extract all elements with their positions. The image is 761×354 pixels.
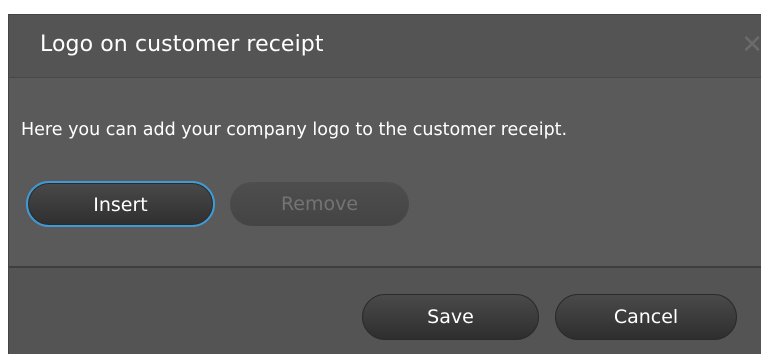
cancel-button[interactable]: Cancel (555, 294, 737, 340)
close-icon[interactable]: ✕ (741, 32, 761, 58)
dialog-title: Logo on customer receipt (40, 32, 324, 57)
dialog-footer: Save Cancel (9, 268, 761, 354)
logo-dialog: Logo on customer receipt ✕ Here you can … (8, 14, 761, 354)
remove-button[interactable]: Remove (230, 182, 409, 226)
save-button[interactable]: Save (362, 294, 539, 340)
dialog-content: Here you can add your company logo to th… (9, 78, 761, 266)
dialog-message: Here you can add your company logo to th… (21, 120, 568, 140)
dialog-titlebar: Logo on customer receipt ✕ (9, 15, 761, 77)
insert-button[interactable]: Insert (26, 181, 215, 227)
